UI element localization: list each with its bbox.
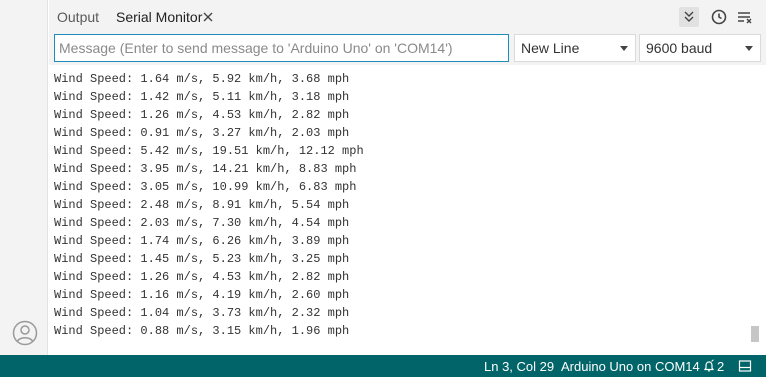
tab-serial-monitor[interactable]: Serial Monitor [108, 0, 211, 33]
serial-output-line: Wind Speed: 2.48 m/s, 8.91 km/h, 5.54 mp… [54, 198, 350, 212]
serial-output-line: Wind Speed: 1.42 m/s, 5.11 km/h, 3.18 mp… [54, 90, 350, 104]
serial-output-line: Wind Speed: 1.45 m/s, 5.23 km/h, 3.25 mp… [54, 252, 350, 266]
serial-output-line: Wind Speed: 3.05 m/s, 10.99 km/h, 6.83 m… [54, 180, 357, 194]
clear-output-icon[interactable] [735, 7, 755, 27]
double-chevron-down-icon[interactable] [679, 7, 699, 27]
serial-output-line: Wind Speed: 3.95 m/s, 14.21 km/h, 8.83 m… [54, 162, 357, 176]
panel-tab-bar: Output Serial Monitor [49, 0, 766, 33]
serial-output-line: Wind Speed: 1.26 m/s, 4.53 km/h, 2.82 mp… [54, 108, 350, 122]
serial-output-line: Wind Speed: 0.88 m/s, 3.15 km/h, 1.96 mp… [54, 324, 350, 338]
message-row: New Line 9600 baud [49, 33, 766, 65]
serial-output-line: Wind Speed: 5.42 m/s, 19.51 km/h, 12.12 … [54, 144, 364, 158]
board-port-status[interactable]: Arduino Uno on COM14 [561, 355, 700, 378]
chevron-down-icon [745, 46, 753, 51]
chevron-down-icon [620, 46, 628, 51]
serial-output-line: Wind Speed: 2.03 m/s, 7.30 km/h, 4.54 mp… [54, 216, 350, 230]
scrollbar-thumb[interactable] [751, 326, 759, 342]
left-activity-rail [0, 0, 48, 355]
serial-output-line: Wind Speed: 1.04 m/s, 3.73 km/h, 2.32 mp… [54, 306, 350, 320]
serial-monitor-panel: Output Serial Monitor New Line 9600 baud… [49, 0, 766, 355]
status-bar: Ln 3, Col 29 Arduino Uno on COM14 2 [0, 355, 766, 377]
serial-output: Wind Speed: 1.64 m/s, 5.92 km/h, 3.68 mp… [54, 70, 744, 350]
message-input[interactable] [54, 34, 509, 62]
notification-count: 2 [717, 359, 725, 374]
cursor-position[interactable]: Ln 3, Col 29 [484, 355, 554, 378]
serial-output-line: Wind Speed: 1.74 m/s, 6.26 km/h, 3.89 mp… [54, 234, 350, 248]
serial-output-line: Wind Speed: 0.91 m/s, 3.27 km/h, 2.03 mp… [54, 126, 350, 140]
account-icon[interactable] [12, 320, 38, 346]
serial-output-line: Wind Speed: 1.26 m/s, 4.53 km/h, 2.82 mp… [54, 270, 350, 284]
line-ending-select[interactable]: New Line [514, 34, 636, 62]
close-icon[interactable] [201, 10, 215, 24]
baud-rate-select[interactable]: 9600 baud [639, 34, 761, 62]
tab-output[interactable]: Output [49, 0, 107, 33]
line-ending-value: New Line [521, 40, 580, 56]
baud-rate-value: 9600 baud [646, 40, 713, 56]
serial-output-line: Wind Speed: 1.64 m/s, 5.92 km/h, 3.68 mp… [54, 72, 350, 86]
clock-icon[interactable] [709, 7, 729, 27]
serial-output-line: Wind Speed: 1.16 m/s, 4.19 km/h, 2.60 mp… [54, 288, 350, 302]
panel-icon[interactable] [738, 359, 752, 373]
bell-icon[interactable] [702, 359, 716, 373]
